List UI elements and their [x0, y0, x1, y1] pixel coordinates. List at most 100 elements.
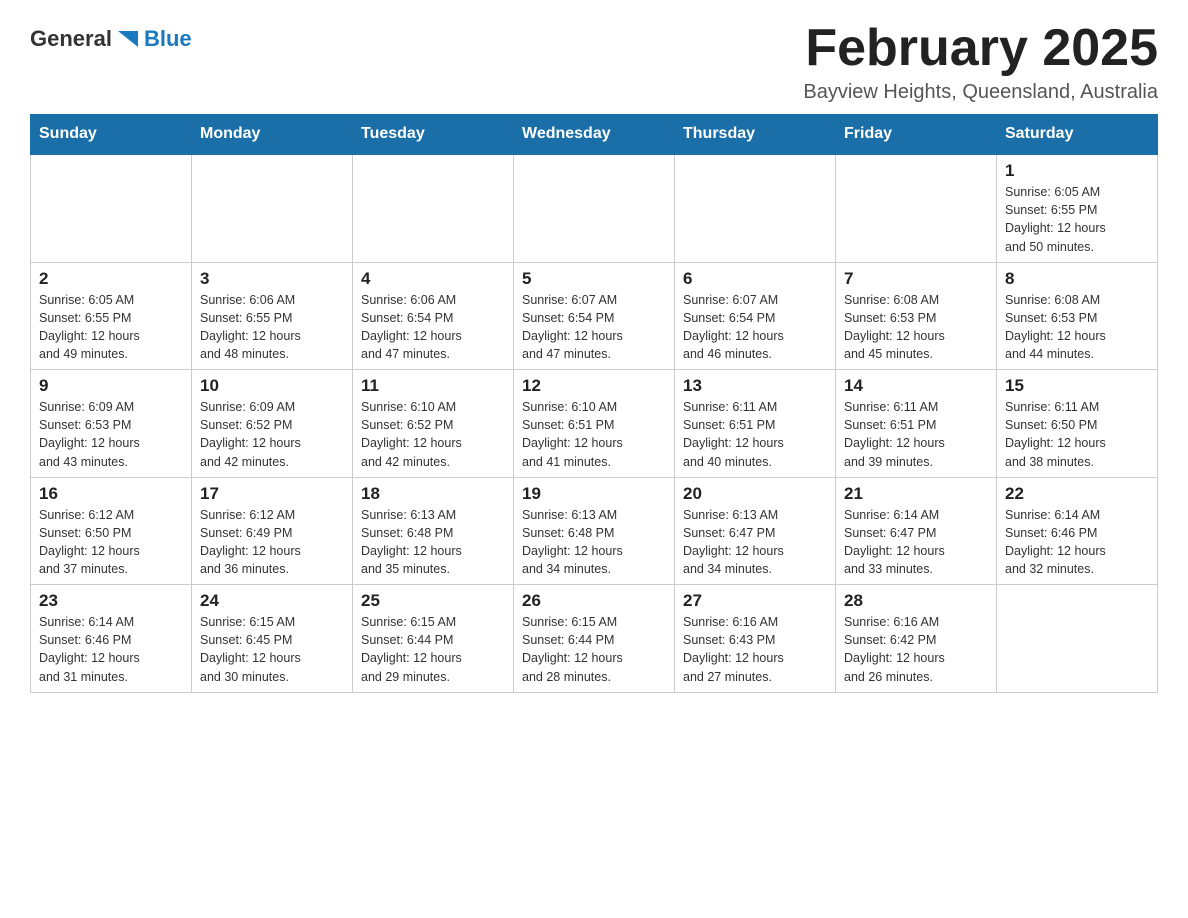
- day-number: 9: [39, 376, 183, 396]
- day-info: Sunrise: 6:06 AM Sunset: 6:55 PM Dayligh…: [200, 291, 344, 364]
- day-number: 5: [522, 269, 666, 289]
- calendar-day-cell: 17Sunrise: 6:12 AM Sunset: 6:49 PM Dayli…: [192, 477, 353, 585]
- page-header: General Blue February 2025 Bayview Heigh…: [30, 20, 1158, 104]
- day-number: 10: [200, 376, 344, 396]
- day-info: Sunrise: 6:07 AM Sunset: 6:54 PM Dayligh…: [683, 291, 827, 364]
- month-title: February 2025: [803, 20, 1158, 77]
- calendar-day-cell: 1Sunrise: 6:05 AM Sunset: 6:55 PM Daylig…: [997, 154, 1158, 262]
- weekday-header-saturday: Saturday: [997, 115, 1158, 155]
- day-number: 8: [1005, 269, 1149, 289]
- calendar-day-cell: 24Sunrise: 6:15 AM Sunset: 6:45 PM Dayli…: [192, 585, 353, 693]
- day-info: Sunrise: 6:07 AM Sunset: 6:54 PM Dayligh…: [522, 291, 666, 364]
- day-number: 12: [522, 376, 666, 396]
- day-info: Sunrise: 6:13 AM Sunset: 6:48 PM Dayligh…: [522, 506, 666, 579]
- day-info: Sunrise: 6:11 AM Sunset: 6:50 PM Dayligh…: [1005, 398, 1149, 471]
- day-info: Sunrise: 6:11 AM Sunset: 6:51 PM Dayligh…: [683, 398, 827, 471]
- calendar-day-cell: 10Sunrise: 6:09 AM Sunset: 6:52 PM Dayli…: [192, 370, 353, 478]
- calendar-day-cell: 8Sunrise: 6:08 AM Sunset: 6:53 PM Daylig…: [997, 262, 1158, 370]
- logo-blue-text: Blue: [144, 26, 192, 52]
- day-number: 19: [522, 484, 666, 504]
- calendar-day-cell: 25Sunrise: 6:15 AM Sunset: 6:44 PM Dayli…: [353, 585, 514, 693]
- day-info: Sunrise: 6:16 AM Sunset: 6:43 PM Dayligh…: [683, 613, 827, 686]
- day-info: Sunrise: 6:16 AM Sunset: 6:42 PM Dayligh…: [844, 613, 988, 686]
- calendar-day-cell: 7Sunrise: 6:08 AM Sunset: 6:53 PM Daylig…: [836, 262, 997, 370]
- day-number: 24: [200, 591, 344, 611]
- calendar-day-cell: 20Sunrise: 6:13 AM Sunset: 6:47 PM Dayli…: [675, 477, 836, 585]
- weekday-header-thursday: Thursday: [675, 115, 836, 155]
- calendar-day-cell: 14Sunrise: 6:11 AM Sunset: 6:51 PM Dayli…: [836, 370, 997, 478]
- calendar-day-cell: 26Sunrise: 6:15 AM Sunset: 6:44 PM Dayli…: [514, 585, 675, 693]
- day-info: Sunrise: 6:05 AM Sunset: 6:55 PM Dayligh…: [1005, 183, 1149, 256]
- logo-general-text: General: [30, 26, 112, 52]
- weekday-header-sunday: Sunday: [31, 115, 192, 155]
- calendar-day-cell: 28Sunrise: 6:16 AM Sunset: 6:42 PM Dayli…: [836, 585, 997, 693]
- calendar-day-cell: [514, 154, 675, 262]
- calendar-day-cell: 21Sunrise: 6:14 AM Sunset: 6:47 PM Dayli…: [836, 477, 997, 585]
- calendar-day-cell: 4Sunrise: 6:06 AM Sunset: 6:54 PM Daylig…: [353, 262, 514, 370]
- calendar-week-row: 2Sunrise: 6:05 AM Sunset: 6:55 PM Daylig…: [31, 262, 1158, 370]
- logo-icon: [114, 25, 142, 53]
- calendar-day-cell: 6Sunrise: 6:07 AM Sunset: 6:54 PM Daylig…: [675, 262, 836, 370]
- day-info: Sunrise: 6:11 AM Sunset: 6:51 PM Dayligh…: [844, 398, 988, 471]
- calendar-week-row: 23Sunrise: 6:14 AM Sunset: 6:46 PM Dayli…: [31, 585, 1158, 693]
- weekday-header-friday: Friday: [836, 115, 997, 155]
- weekday-header-wednesday: Wednesday: [514, 115, 675, 155]
- calendar-day-cell: 2Sunrise: 6:05 AM Sunset: 6:55 PM Daylig…: [31, 262, 192, 370]
- day-number: 13: [683, 376, 827, 396]
- calendar-day-cell: [192, 154, 353, 262]
- day-number: 4: [361, 269, 505, 289]
- calendar-day-cell: 18Sunrise: 6:13 AM Sunset: 6:48 PM Dayli…: [353, 477, 514, 585]
- day-info: Sunrise: 6:12 AM Sunset: 6:49 PM Dayligh…: [200, 506, 344, 579]
- day-number: 22: [1005, 484, 1149, 504]
- calendar-day-cell: 3Sunrise: 6:06 AM Sunset: 6:55 PM Daylig…: [192, 262, 353, 370]
- day-number: 21: [844, 484, 988, 504]
- calendar-body: 1Sunrise: 6:05 AM Sunset: 6:55 PM Daylig…: [31, 154, 1158, 692]
- day-number: 15: [1005, 376, 1149, 396]
- calendar-day-cell: 9Sunrise: 6:09 AM Sunset: 6:53 PM Daylig…: [31, 370, 192, 478]
- day-info: Sunrise: 6:12 AM Sunset: 6:50 PM Dayligh…: [39, 506, 183, 579]
- calendar-day-cell: 12Sunrise: 6:10 AM Sunset: 6:51 PM Dayli…: [514, 370, 675, 478]
- day-number: 27: [683, 591, 827, 611]
- day-number: 7: [844, 269, 988, 289]
- logo: General Blue: [30, 25, 192, 53]
- day-number: 2: [39, 269, 183, 289]
- calendar-day-cell: [675, 154, 836, 262]
- day-number: 20: [683, 484, 827, 504]
- day-info: Sunrise: 6:13 AM Sunset: 6:48 PM Dayligh…: [361, 506, 505, 579]
- day-info: Sunrise: 6:05 AM Sunset: 6:55 PM Dayligh…: [39, 291, 183, 364]
- calendar-week-row: 1Sunrise: 6:05 AM Sunset: 6:55 PM Daylig…: [31, 154, 1158, 262]
- day-info: Sunrise: 6:14 AM Sunset: 6:46 PM Dayligh…: [1005, 506, 1149, 579]
- day-info: Sunrise: 6:15 AM Sunset: 6:45 PM Dayligh…: [200, 613, 344, 686]
- location: Bayview Heights, Queensland, Australia: [803, 81, 1158, 104]
- calendar-table: SundayMondayTuesdayWednesdayThursdayFrid…: [30, 114, 1158, 693]
- day-info: Sunrise: 6:08 AM Sunset: 6:53 PM Dayligh…: [1005, 291, 1149, 364]
- calendar-day-cell: 15Sunrise: 6:11 AM Sunset: 6:50 PM Dayli…: [997, 370, 1158, 478]
- weekday-header-tuesday: Tuesday: [353, 115, 514, 155]
- calendar-header: SundayMondayTuesdayWednesdayThursdayFrid…: [31, 115, 1158, 155]
- calendar-day-cell: [353, 154, 514, 262]
- day-info: Sunrise: 6:08 AM Sunset: 6:53 PM Dayligh…: [844, 291, 988, 364]
- day-info: Sunrise: 6:09 AM Sunset: 6:52 PM Dayligh…: [200, 398, 344, 471]
- day-info: Sunrise: 6:09 AM Sunset: 6:53 PM Dayligh…: [39, 398, 183, 471]
- calendar-day-cell: [997, 585, 1158, 693]
- day-number: 18: [361, 484, 505, 504]
- calendar-day-cell: 27Sunrise: 6:16 AM Sunset: 6:43 PM Dayli…: [675, 585, 836, 693]
- day-number: 6: [683, 269, 827, 289]
- day-info: Sunrise: 6:14 AM Sunset: 6:46 PM Dayligh…: [39, 613, 183, 686]
- calendar-day-cell: 11Sunrise: 6:10 AM Sunset: 6:52 PM Dayli…: [353, 370, 514, 478]
- day-info: Sunrise: 6:15 AM Sunset: 6:44 PM Dayligh…: [361, 613, 505, 686]
- day-number: 26: [522, 591, 666, 611]
- calendar-day-cell: 5Sunrise: 6:07 AM Sunset: 6:54 PM Daylig…: [514, 262, 675, 370]
- weekday-header-row: SundayMondayTuesdayWednesdayThursdayFrid…: [31, 115, 1158, 155]
- calendar-day-cell: 22Sunrise: 6:14 AM Sunset: 6:46 PM Dayli…: [997, 477, 1158, 585]
- day-info: Sunrise: 6:13 AM Sunset: 6:47 PM Dayligh…: [683, 506, 827, 579]
- calendar-week-row: 9Sunrise: 6:09 AM Sunset: 6:53 PM Daylig…: [31, 370, 1158, 478]
- weekday-header-monday: Monday: [192, 115, 353, 155]
- day-number: 3: [200, 269, 344, 289]
- day-info: Sunrise: 6:10 AM Sunset: 6:52 PM Dayligh…: [361, 398, 505, 471]
- calendar-day-cell: 13Sunrise: 6:11 AM Sunset: 6:51 PM Dayli…: [675, 370, 836, 478]
- day-number: 16: [39, 484, 183, 504]
- day-number: 11: [361, 376, 505, 396]
- calendar-week-row: 16Sunrise: 6:12 AM Sunset: 6:50 PM Dayli…: [31, 477, 1158, 585]
- day-number: 17: [200, 484, 344, 504]
